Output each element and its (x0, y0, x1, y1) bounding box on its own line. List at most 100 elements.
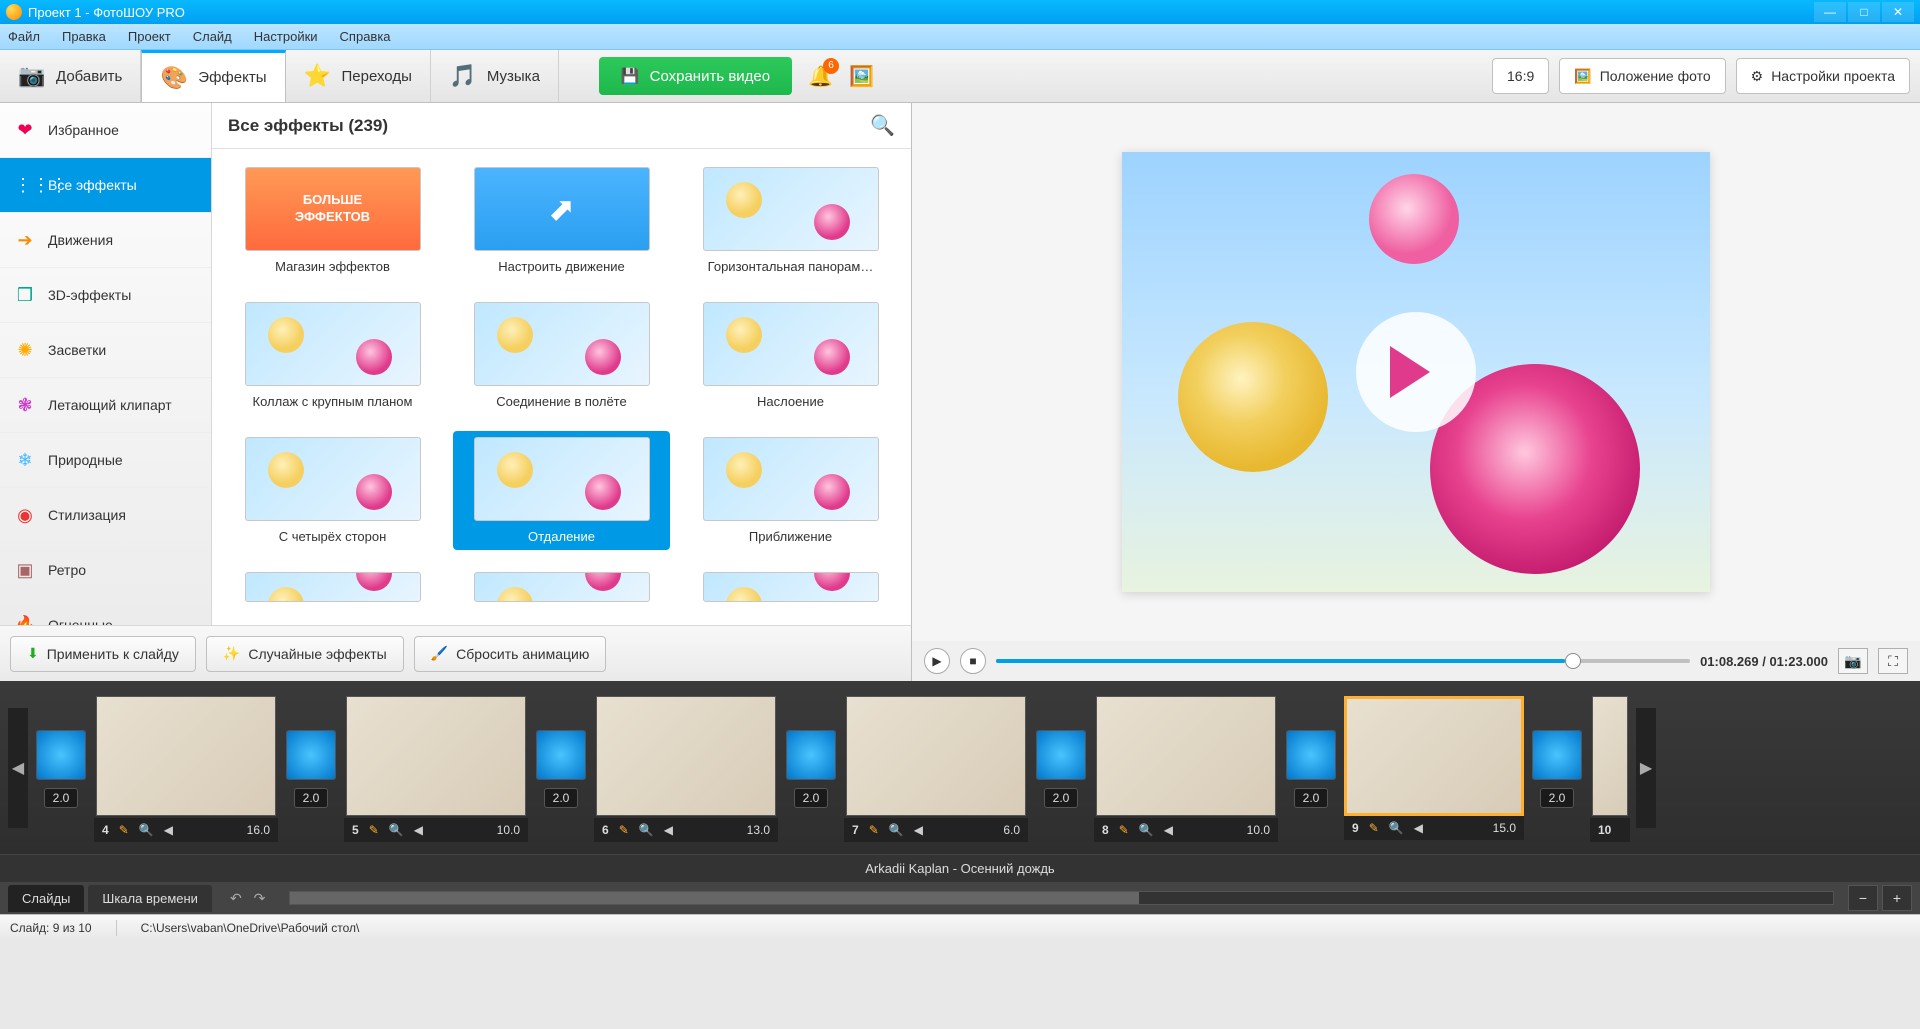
timeline-slide[interactable]: 9 ✎ 🔍 ◀ 15.0 (1344, 696, 1524, 840)
preview-image (1122, 152, 1710, 592)
transition-thumb (286, 730, 336, 780)
prev-icon[interactable]: ◀ (414, 823, 423, 837)
category-item[interactable]: ▣Ретро (0, 543, 211, 598)
fullscreen-button[interactable]: ⛶ (1878, 648, 1908, 674)
category-item[interactable]: ❃Летающий клипарт (0, 378, 211, 433)
category-item[interactable]: 🔥Огненные (0, 598, 211, 625)
category-item[interactable]: ❒3D-эффекты (0, 268, 211, 323)
minimize-button[interactable]: — (1814, 2, 1846, 22)
edit-icon[interactable]: ✎ (619, 823, 629, 837)
zoom-icon[interactable]: 🔍 (389, 823, 404, 837)
transition-item[interactable]: 2.0 (34, 728, 88, 808)
save-video-button[interactable]: 💾 Сохранить видео (599, 57, 792, 95)
transitions-tab[interactable]: ⭐ Переходы (286, 50, 431, 102)
seek-slider[interactable] (996, 659, 1690, 663)
zoom-icon[interactable]: 🔍 (139, 823, 154, 837)
category-item[interactable]: ❤Избранное (0, 103, 211, 158)
play-overlay-button[interactable] (1356, 312, 1476, 432)
effect-card[interactable]: Соединение в полёте (453, 296, 670, 415)
menu-project[interactable]: Проект (128, 29, 171, 44)
apply-button[interactable]: ⬇ Применить к слайду (10, 636, 196, 672)
prev-icon[interactable]: ◀ (914, 823, 923, 837)
photo-position-button[interactable]: 🖼️ Положение фото (1559, 58, 1725, 94)
slide-thumb (346, 696, 526, 816)
transition-item[interactable]: 2.0 (784, 728, 838, 808)
category-item[interactable]: ➔Движения (0, 213, 211, 268)
zoom-icon[interactable]: 🔍 (889, 823, 904, 837)
slide-thumb (1096, 696, 1276, 816)
prev-icon[interactable]: ◀ (1414, 821, 1423, 835)
scroll-left-button[interactable]: ◀ (8, 708, 28, 828)
effect-card[interactable]: ⬈Настроить движение (453, 161, 670, 280)
timeline-scrollbar[interactable] (289, 891, 1834, 905)
effect-card[interactable]: Горизонтальная панорам… (682, 161, 899, 280)
transition-item[interactable]: 2.0 (1284, 728, 1338, 808)
edit-icon[interactable]: ✎ (1369, 821, 1379, 835)
add-button[interactable]: 📷 Добавить (0, 50, 141, 102)
category-item[interactable]: ◉Стилизация (0, 488, 211, 543)
close-button[interactable]: ✕ (1882, 2, 1914, 22)
music-tab[interactable]: 🎵 Музыка (431, 50, 559, 102)
search-icon[interactable]: 🔍 (870, 113, 895, 138)
timeline-slide[interactable]: 6 ✎ 🔍 ◀ 13.0 (594, 694, 778, 842)
reset-button[interactable]: 🖌️ Сбросить анимацию (414, 636, 607, 672)
effect-card[interactable]: С четырёх сторон (224, 431, 441, 550)
edit-icon[interactable]: ✎ (369, 823, 379, 837)
tab-timeline[interactable]: Шкала времени (88, 885, 212, 912)
menu-file[interactable]: Файл (8, 29, 40, 44)
effects-tab[interactable]: 🎨 Эффекты (141, 50, 285, 102)
project-settings-button[interactable]: ⚙ Настройки проекта (1736, 58, 1910, 94)
edit-icon[interactable]: ✎ (119, 823, 129, 837)
timeline-slide[interactable]: 5 ✎ 🔍 ◀ 10.0 (344, 694, 528, 842)
effect-card[interactable]: Приближение (682, 431, 899, 550)
apply-label: Применить к слайду (47, 646, 179, 662)
snapshot-button[interactable]: 📷 (1838, 648, 1868, 674)
menu-slide[interactable]: Слайд (193, 29, 232, 44)
effect-card[interactable]: БОЛЬШЕЭФФЕКТОВМагазин эффектов (224, 161, 441, 280)
timeline-slide[interactable]: 7 ✎ 🔍 ◀ 6.0 (844, 694, 1028, 842)
timeline-slide[interactable]: 8 ✎ 🔍 ◀ 10.0 (1094, 694, 1278, 842)
menu-settings[interactable]: Настройки (254, 29, 318, 44)
stop-button[interactable]: ■ (960, 648, 986, 674)
menu-help[interactable]: Справка (340, 29, 391, 44)
zoom-out-button[interactable]: − (1848, 885, 1878, 911)
effect-card[interactable]: Коллаж с крупным планом (224, 296, 441, 415)
edit-icon[interactable]: ✎ (1119, 823, 1129, 837)
edit-icon[interactable]: ✎ (869, 823, 879, 837)
notifications-button[interactable]: 🔔 6 (808, 64, 833, 89)
prev-icon[interactable]: ◀ (1164, 823, 1173, 837)
transition-item[interactable]: 2.0 (534, 728, 588, 808)
zoom-in-button[interactable]: + (1882, 885, 1912, 911)
undo-icon[interactable]: ↶ (230, 890, 242, 907)
effect-card[interactable] (224, 566, 441, 608)
redo-icon[interactable]: ↷ (254, 890, 266, 907)
zoom-icon[interactable]: 🔍 (1139, 823, 1154, 837)
audio-track[interactable]: Arkadii Kaplan - Осенний дождь (0, 854, 1920, 882)
tab-slides[interactable]: Слайды (8, 885, 84, 912)
random-button[interactable]: ✨ Случайные эффекты (206, 636, 404, 672)
prev-icon[interactable]: ◀ (664, 823, 673, 837)
player-bar: ▶ ■ 01:08.269 / 01:23.000 📷 ⛶ (912, 641, 1920, 681)
category-item[interactable]: ❄Природные (0, 433, 211, 488)
category-item[interactable]: ⋮⋮⋮Все эффекты (0, 158, 211, 213)
transition-item[interactable]: 2.0 (1530, 728, 1584, 808)
transition-item[interactable]: 2.0 (284, 728, 338, 808)
aspect-ratio-select[interactable]: 16:9 (1492, 58, 1549, 94)
maximize-button[interactable]: □ (1848, 2, 1880, 22)
timeline-slide[interactable]: 4 ✎ 🔍 ◀ 16.0 (94, 694, 278, 842)
effect-card[interactable]: Отдаление (453, 431, 670, 550)
timeline-slide[interactable]: 10 (1590, 694, 1630, 842)
zoom-icon[interactable]: 🔍 (1389, 821, 1404, 835)
transition-item[interactable]: 2.0 (1034, 728, 1088, 808)
category-item[interactable]: ✺Засветки (0, 323, 211, 378)
effect-card[interactable]: Наслоение (682, 296, 899, 415)
prev-icon[interactable]: ◀ (164, 823, 173, 837)
scroll-right-button[interactable]: ▶ (1636, 708, 1656, 828)
menu-edit[interactable]: Правка (62, 29, 106, 44)
zoom-icon[interactable]: 🔍 (639, 823, 654, 837)
gallery-icon[interactable]: 🖼️ (849, 64, 874, 89)
seek-handle[interactable] (1565, 653, 1581, 669)
effect-card[interactable] (453, 566, 670, 608)
effect-card[interactable] (682, 566, 899, 608)
play-button[interactable]: ▶ (924, 648, 950, 674)
